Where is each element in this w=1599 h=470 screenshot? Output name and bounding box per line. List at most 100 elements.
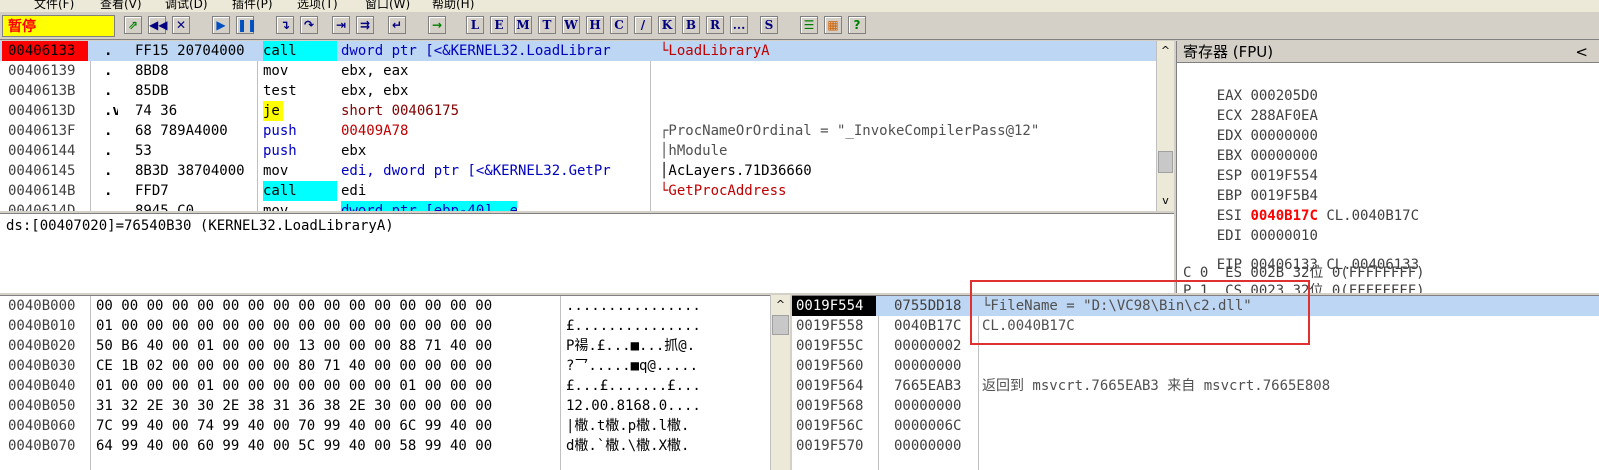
disasm-row[interactable]: 00406145 . 8B3D 38704000 mov edi, dword … — [0, 161, 1156, 181]
help-icon[interactable]: ? — [848, 16, 866, 34]
run-icon[interactable]: ▶ — [212, 16, 230, 34]
modules-window-button[interactable]: E — [490, 16, 508, 34]
dump-row[interactable]: 0040B030 CE 1B 02 00 00 00 00 00 80 71 4… — [0, 356, 698, 376]
windows-window-button[interactable]: W — [562, 16, 580, 34]
handles-window-button[interactable]: H — [586, 16, 604, 34]
dump-row[interactable]: 0040B010 01 00 00 00 00 00 00 00 00 00 0… — [0, 316, 701, 336]
memory-window-button[interactable]: M — [514, 16, 532, 34]
disasm-row[interactable]: 00406133 . FF15 20704000 call dword ptr … — [0, 41, 1156, 61]
scroll-up-icon[interactable]: ^ — [1157, 43, 1174, 59]
dump-row[interactable]: 0040B000 00 00 00 00 00 00 00 00 00 00 0… — [0, 296, 701, 316]
menu-plugins[interactable]: 插件(P) — [232, 0, 273, 12]
rewind-icon[interactable]: ◀◀ — [148, 16, 167, 34]
disasm-row[interactable]: 00406139 . 8BD8 mov ebx, eax — [0, 61, 1156, 81]
dump-row[interactable]: 0040B060 7C 99 40 00 74 99 40 00 70 99 4… — [0, 416, 689, 436]
info-text: ds:[00407020]=76540B30 (KERNEL32.LoadLib… — [6, 218, 394, 234]
stack-row[interactable]: 0019F564 7665EAB3 返回到 msvcrt.7665EAB3 来自… — [792, 376, 1599, 396]
scroll-down-icon[interactable]: v — [1157, 193, 1174, 209]
menu-window[interactable]: 窗口(W) — [365, 0, 410, 12]
disasm-address: 0040613B — [8, 83, 76, 99]
disasm-comment: └LoadLibraryA — [660, 43, 770, 59]
dump-row[interactable]: 0040B020 50 B6 40 00 01 00 00 00 13 00 0… — [0, 336, 695, 356]
scroll-up-icon[interactable]: ^ — [771, 297, 790, 313]
patches-window-button[interactable]: / — [634, 16, 652, 34]
disasm-marker: . — [104, 83, 113, 99]
list-icon[interactable]: ☰ — [800, 16, 818, 34]
disasm-mnemonic: je — [263, 101, 283, 121]
disasm-row[interactable]: 0040613F . 68 789A4000 push 00409A78 ┌Pr… — [0, 121, 1156, 141]
stack-row[interactable]: 0019F560 00000000 — [792, 356, 1599, 376]
disasm-row[interactable]: 00406144 . 53 push ebx │hModule — [0, 141, 1156, 161]
grid-icon[interactable]: ▦ — [824, 16, 842, 34]
go-to-icon[interactable]: → — [428, 16, 446, 34]
scroll-thumb[interactable] — [1158, 151, 1173, 173]
stack-address: 0019F564 — [796, 378, 864, 394]
registers-pane[interactable]: 寄存器 (FPU) < EAX 000205D0 ECX 288AF0EA ED… — [1176, 41, 1599, 293]
log-window-button[interactable]: L — [466, 16, 484, 34]
hex-dump-pane[interactable]: 0040B000 00 00 00 00 00 00 00 00 00 00 0… — [0, 295, 770, 470]
dump-scrollbar[interactable]: ^ — [770, 295, 790, 470]
stack-row[interactable]: 0019F570 00000000 — [792, 436, 1599, 456]
threads-window-button[interactable]: T — [538, 16, 556, 34]
references-window-button[interactable]: R — [706, 16, 724, 34]
execute-till-return-icon[interactable]: ↵ — [388, 16, 406, 34]
disasm-marker: . — [104, 203, 113, 211]
stack-value: 00000002 — [894, 338, 962, 354]
step-into-icon[interactable]: ↴ — [276, 16, 294, 34]
stack-address: 0019F570 — [796, 438, 864, 454]
register-row[interactable]: EDX 00000000 — [1183, 106, 1318, 144]
menu-options[interactable]: 选项(T) — [297, 0, 338, 12]
stack-value: 0000006C — [894, 418, 962, 434]
register-row[interactable]: EBP 0019F5B4 — [1183, 166, 1318, 204]
close-icon[interactable]: ✕ — [172, 16, 190, 34]
dump-row[interactable]: 0040B040 01 00 00 00 01 00 00 00 00 00 0… — [0, 376, 701, 396]
source-window-button[interactable]: S — [760, 16, 778, 34]
collapse-icon[interactable]: < — [1575, 41, 1588, 63]
register-row-eip[interactable]: EIP 00406133 CL.00406133 — [1183, 235, 1419, 273]
dump-row[interactable]: 0040B050 31 32 2E 30 30 2E 38 31 36 38 2… — [0, 396, 701, 416]
dump-address: 0040B030 — [8, 358, 76, 374]
disasm-row[interactable]: 0040614B . FFD7 call edi └GetProcAddress — [0, 181, 1156, 201]
call-stack-window-button[interactable]: K — [658, 16, 676, 34]
scroll-thumb[interactable] — [772, 315, 789, 335]
menu-file[interactable]: 文件(F) — [34, 0, 74, 12]
register-row[interactable]: EBX 00000000 — [1183, 126, 1318, 164]
menu-view[interactable]: 查看(V) — [100, 0, 142, 12]
disasm-row[interactable]: 0040613D .v 74 36 je short 00406175 — [0, 101, 1156, 121]
stack-row[interactable]: 0019F56C 0000006C — [792, 416, 1599, 436]
annotation-highlight-box — [970, 280, 1310, 345]
trace-over-icon[interactable]: ⇉ — [356, 16, 374, 34]
run-trace-window-button[interactable]: ... — [730, 16, 748, 34]
breakpoints-window-button[interactable]: B — [682, 16, 700, 34]
register-row[interactable]: EAX 000205D0 — [1183, 66, 1318, 104]
disasm-address: 0040614B — [8, 183, 76, 199]
disasm-hex: FF15 20704000 — [135, 43, 245, 59]
disasm-comment: │hModule — [660, 143, 728, 159]
toolbar: 暂停 ⇗ ◀◀ ✕ ▶ ❚❚ ↴ ↷ ⇥ ⇉ ↵ → L E M T W H C… — [0, 12, 1599, 40]
menu-help[interactable]: 帮助(H) — [432, 0, 474, 12]
stack-value: 00000000 — [894, 358, 962, 374]
disasm-row[interactable]: 0040614D . 8945 C0 mov dword ptr [ebp-40… — [0, 201, 1156, 211]
disasm-mnemonic: push — [263, 143, 297, 159]
register-row[interactable]: ECX 288AF0EA — [1183, 86, 1318, 124]
step-over-icon[interactable]: ↷ — [300, 16, 318, 34]
pause-icon[interactable]: ❚❚ — [236, 16, 257, 34]
stack-row[interactable]: 0019F568 00000000 — [792, 396, 1599, 416]
menu-debug[interactable]: 调试(D) — [165, 0, 208, 12]
register-row[interactable]: ESI 0040B17C CL.0040B17C — [1183, 186, 1419, 224]
cpu-window-button[interactable]: C — [610, 16, 628, 34]
stack-value: 0040B17C — [894, 318, 962, 334]
register-row[interactable]: ESP 0019F554 — [1183, 146, 1318, 184]
trace-into-icon[interactable]: ⇥ — [332, 16, 350, 34]
disasm-row[interactable]: 0040613B . 85DB test ebx, ebx — [0, 81, 1156, 101]
dump-hex: 01 00 00 00 00 00 00 00 00 00 00 00 00 0… — [96, 318, 493, 334]
disassembly-pane[interactable]: 00406133 . FF15 20704000 call dword ptr … — [0, 41, 1156, 211]
dump-row[interactable]: 0040B070 64 99 40 00 60 99 40 00 5C 99 4… — [0, 436, 689, 456]
disasm-scrollbar[interactable]: ^ v — [1156, 41, 1174, 211]
stack-address: 0019F558 — [796, 318, 864, 334]
stack-address: 0019F568 — [796, 398, 864, 414]
disasm-operand: 00409A78 — [341, 123, 409, 139]
dump-ascii: d橵.`橵.\橵.X橵. — [566, 438, 690, 454]
register-row[interactable]: EDI 00000010 — [1183, 206, 1318, 244]
open-icon[interactable]: ⇗ — [124, 16, 142, 34]
